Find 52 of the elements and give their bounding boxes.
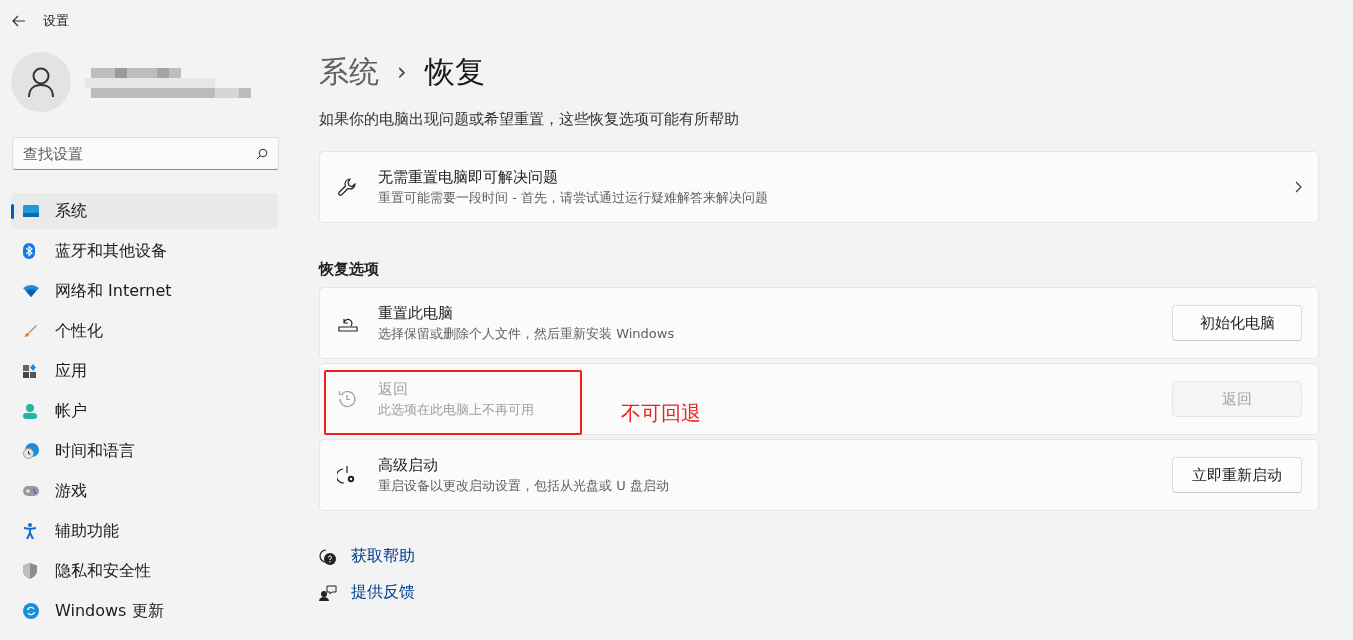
nav-item[interactable]: 网络和 Internet — [11, 273, 278, 309]
nav-item[interactable]: 隐私和安全性 — [11, 553, 278, 589]
display-icon — [23, 205, 39, 217]
breadcrumb-link[interactable]: 系统 — [319, 51, 379, 93]
card-subtitle: 重置可能需要一段时间 - 首先，请尝试通过运行疑难解答来解决问题 — [378, 188, 768, 207]
nav-item[interactable]: 应用 — [11, 353, 278, 389]
page-title: 恢复 — [424, 52, 485, 91]
section-title: 恢复选项 — [319, 260, 380, 279]
search-input[interactable]: 查找设置 — [23, 144, 256, 163]
bluetooth-icon — [23, 243, 35, 259]
wifi-icon — [23, 285, 39, 297]
apps-icon — [23, 364, 37, 378]
paintbrush-icon — [23, 324, 37, 338]
nav-item[interactable]: 帐户 — [11, 393, 278, 429]
power-gear-icon — [337, 465, 357, 485]
window-title: 设置 — [43, 12, 69, 30]
wrench-icon — [337, 177, 357, 197]
gamepad-icon — [23, 486, 39, 496]
chevron-icon — [1295, 181, 1302, 193]
help-link[interactable]: 提供反馈 — [351, 582, 415, 603]
person-icon — [23, 403, 37, 419]
help-icon — [319, 547, 337, 566]
option-subtitle: 此选项在此电脑上不再可用 — [378, 400, 534, 419]
option-title: 重置此电脑 — [378, 303, 453, 323]
nav-item[interactable]: 个性化 — [11, 313, 278, 349]
troubleshoot-card[interactable]: 无需重置电脑即可解决问题 重置可能需要一段时间 - 首先，请尝试通过运行疑难解答来解决问题 — [319, 151, 1319, 223]
nav-item[interactable]: 游戏 — [11, 473, 278, 509]
option-button[interactable]: 初始化电脑 — [1172, 305, 1302, 341]
nav-item[interactable]: Windows 更新 — [11, 593, 278, 629]
search-field[interactable]: 查找设置 — [12, 137, 279, 170]
nav-item[interactable]: 辅助功能 — [11, 513, 278, 549]
feedback-icon — [319, 584, 337, 601]
page-description: 如果你的电脑出现问题或希望重置，这些恢复选项可能有所帮助 — [319, 110, 740, 129]
option-subtitle: 重启设备以更改启动设置，包括从光盘或 U 盘启动 — [378, 476, 669, 495]
card-title: 无需重置电脑即可解决问题 — [378, 167, 558, 187]
history-icon — [337, 389, 357, 409]
option-title: 高级启动 — [378, 455, 438, 475]
globe-clock-icon — [23, 443, 39, 459]
nav-item[interactable]: 系统 — [11, 193, 278, 229]
accessibility-icon — [23, 523, 37, 539]
update-icon — [23, 603, 39, 619]
help-link[interactable]: 获取帮助 — [351, 546, 415, 567]
nav-item[interactable]: 蓝牙和其他设备 — [11, 233, 278, 269]
breadcrumb-separator: › — [397, 58, 407, 86]
annotation-note: 不可回退 — [621, 400, 701, 427]
nav-item[interactable]: 时间和语言 — [11, 433, 278, 469]
option-title: 返回 — [378, 379, 408, 399]
option-subtitle: 选择保留或删除个人文件，然后重新安装 Windows — [378, 324, 675, 343]
option-button[interactable]: 立即重新启动 — [1172, 457, 1302, 493]
search-icon — [256, 147, 268, 160]
shield-icon — [23, 563, 37, 579]
back-icon[interactable] — [12, 15, 26, 27]
